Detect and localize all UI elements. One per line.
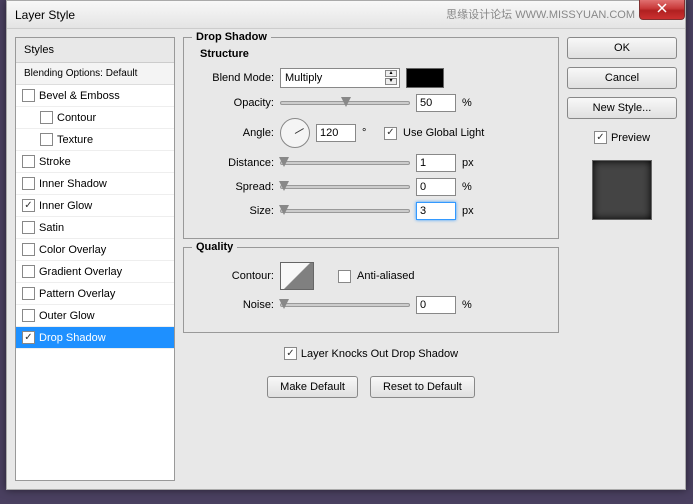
distance-input[interactable]: 1 [416, 154, 456, 172]
spread-input[interactable]: 0 [416, 178, 456, 196]
antialiased-checkbox[interactable] [338, 270, 351, 283]
style-label: Contour [57, 112, 96, 124]
opacity-slider[interactable] [280, 101, 410, 105]
style-label: Satin [39, 222, 64, 234]
cancel-button[interactable]: Cancel [567, 67, 677, 89]
global-light-label: Use Global Light [403, 127, 484, 139]
style-checkbox[interactable] [22, 309, 35, 322]
noise-input[interactable]: 0 [416, 296, 456, 314]
style-checkbox[interactable] [40, 111, 53, 124]
styles-header[interactable]: Styles [16, 38, 174, 63]
style-label: Gradient Overlay [39, 266, 122, 278]
contour-label: Contour: [194, 270, 274, 282]
structure-group: Drop Shadow Structure Blend Mode: Multip… [183, 37, 559, 239]
contour-picker[interactable] [280, 262, 314, 290]
style-item-bevel-emboss[interactable]: Bevel & Emboss [16, 85, 174, 107]
style-checkbox[interactable] [22, 155, 35, 168]
styles-list: Styles Blending Options: Default Bevel &… [15, 37, 175, 481]
style-checkbox[interactable] [22, 89, 35, 102]
watermark: 思缘设计论坛 WWW.MISSYUAN.COM [446, 6, 635, 22]
structure-title: Structure [200, 48, 548, 60]
style-checkbox[interactable] [22, 331, 35, 344]
size-input[interactable]: 3 [416, 202, 456, 220]
close-button[interactable] [639, 0, 685, 20]
noise-slider[interactable] [280, 303, 410, 307]
style-label: Color Overlay [39, 244, 106, 256]
titlebar[interactable]: Layer Style 思缘设计论坛 WWW.MISSYUAN.COM [7, 1, 685, 29]
blend-mode-select[interactable]: Multiply ▴▾ [280, 68, 400, 88]
opacity-input[interactable]: 50 [416, 94, 456, 112]
quality-group: Quality Contour: Anti-aliased Noise: 0 % [183, 247, 559, 333]
angle-input[interactable]: 120 [316, 124, 356, 142]
reset-default-button[interactable]: Reset to Default [370, 376, 475, 398]
distance-label: Distance: [194, 157, 274, 169]
style-item-outer-glow[interactable]: Outer Glow [16, 305, 174, 327]
style-checkbox[interactable] [22, 177, 35, 190]
spread-slider[interactable] [280, 185, 410, 189]
preview-checkbox[interactable] [594, 131, 607, 144]
style-checkbox[interactable] [22, 265, 35, 278]
style-label: Texture [57, 134, 93, 146]
preview-label: Preview [611, 132, 650, 144]
global-light-checkbox[interactable] [384, 127, 397, 140]
style-item-color-overlay[interactable]: Color Overlay [16, 239, 174, 261]
style-checkbox[interactable] [40, 133, 53, 146]
window-title: Layer Style [15, 8, 75, 22]
new-style-button[interactable]: New Style... [567, 97, 677, 119]
style-label: Pattern Overlay [39, 288, 115, 300]
style-label: Outer Glow [39, 310, 95, 322]
style-item-satin[interactable]: Satin [16, 217, 174, 239]
style-item-pattern-overlay[interactable]: Pattern Overlay [16, 283, 174, 305]
angle-label: Angle: [194, 127, 274, 139]
make-default-button[interactable]: Make Default [267, 376, 358, 398]
style-checkbox[interactable] [22, 199, 35, 212]
style-checkbox[interactable] [22, 243, 35, 256]
preview-thumbnail [592, 160, 652, 220]
style-item-contour[interactable]: Contour [16, 107, 174, 129]
settings-panel: Drop Shadow Structure Blend Mode: Multip… [183, 37, 559, 481]
shadow-color-swatch[interactable] [406, 68, 444, 88]
style-item-texture[interactable]: Texture [16, 129, 174, 151]
opacity-unit: % [462, 97, 478, 109]
panel-title: Drop Shadow [192, 31, 271, 43]
size-slider[interactable] [280, 209, 410, 213]
layer-style-dialog: Layer Style 思缘设计论坛 WWW.MISSYUAN.COM Styl… [6, 0, 686, 490]
quality-title: Quality [192, 241, 237, 253]
style-checkbox[interactable] [22, 221, 35, 234]
style-label: Inner Shadow [39, 178, 107, 190]
style-checkbox[interactable] [22, 287, 35, 300]
style-item-inner-glow[interactable]: Inner Glow [16, 195, 174, 217]
style-label: Inner Glow [39, 200, 92, 212]
size-unit: px [462, 205, 478, 217]
knockout-label: Layer Knocks Out Drop Shadow [301, 348, 458, 360]
style-item-stroke[interactable]: Stroke [16, 151, 174, 173]
size-label: Size: [194, 205, 274, 217]
style-label: Drop Shadow [39, 332, 106, 344]
ok-button[interactable]: OK [567, 37, 677, 59]
antialiased-label: Anti-aliased [357, 270, 414, 282]
distance-slider[interactable] [280, 161, 410, 165]
spread-unit: % [462, 181, 478, 193]
angle-unit: ° [362, 127, 378, 139]
style-label: Bevel & Emboss [39, 90, 120, 102]
noise-unit: % [462, 299, 478, 311]
noise-label: Noise: [194, 299, 274, 311]
style-item-drop-shadow[interactable]: Drop Shadow [16, 327, 174, 349]
knockout-checkbox[interactable] [284, 347, 297, 360]
style-label: Stroke [39, 156, 71, 168]
distance-unit: px [462, 157, 478, 169]
blend-mode-label: Blend Mode: [194, 72, 274, 84]
angle-dial[interactable] [280, 118, 310, 148]
blending-options[interactable]: Blending Options: Default [16, 63, 174, 85]
dialog-buttons: OK Cancel New Style... Preview [567, 37, 677, 481]
style-item-gradient-overlay[interactable]: Gradient Overlay [16, 261, 174, 283]
style-item-inner-shadow[interactable]: Inner Shadow [16, 173, 174, 195]
opacity-label: Opacity: [194, 97, 274, 109]
spread-label: Spread: [194, 181, 274, 193]
